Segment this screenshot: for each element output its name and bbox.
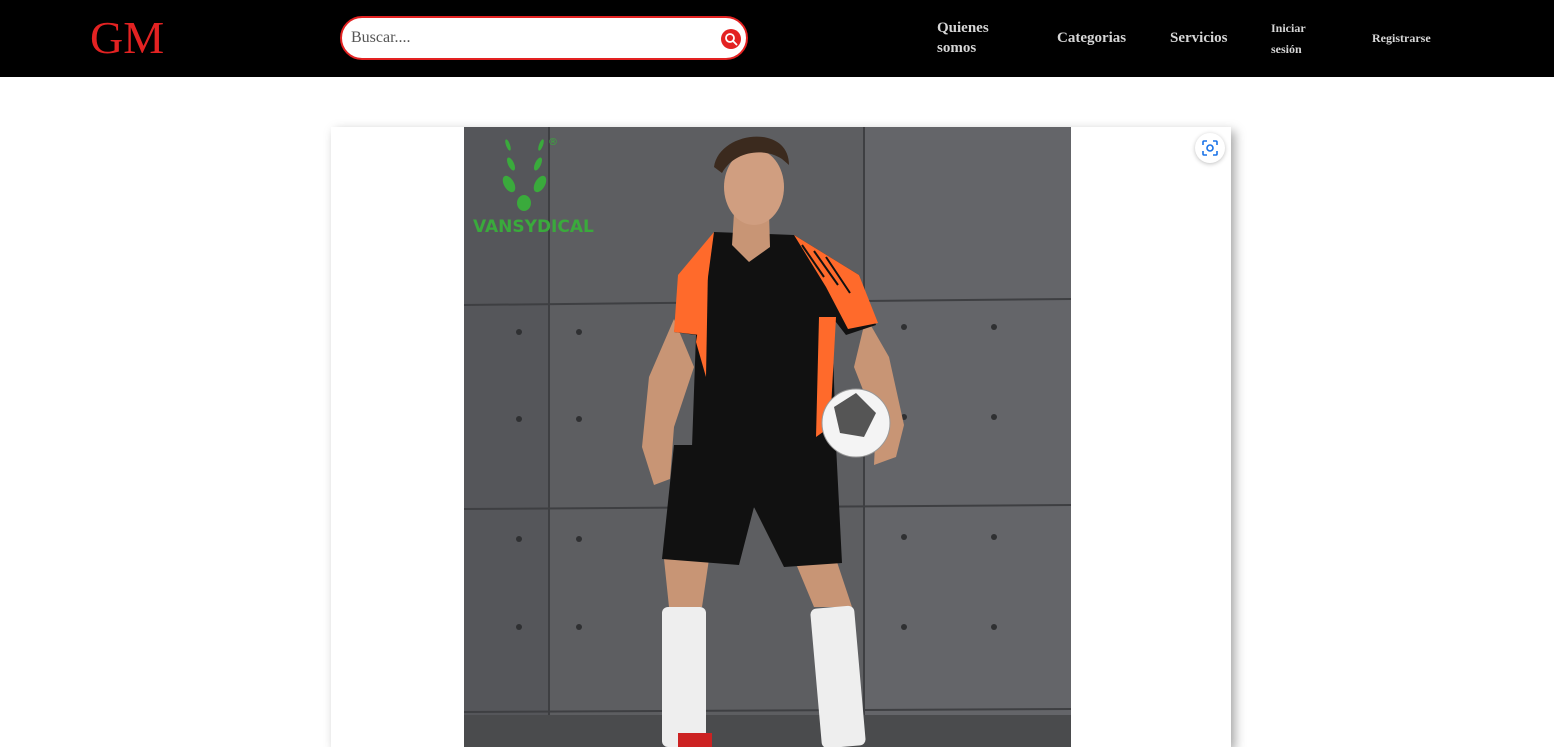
- search-input[interactable]: [351, 26, 711, 50]
- nav-link-register[interactable]: Registrarse: [1372, 30, 1431, 46]
- product-image-card: ® VANSYDICAL: [331, 127, 1231, 747]
- site-logo[interactable]: GM: [90, 12, 164, 64]
- nav-link-services[interactable]: Servicios: [1170, 29, 1228, 47]
- nav-link-about[interactable]: Quienes somos: [937, 18, 1017, 58]
- visual-search-button[interactable]: [1195, 133, 1225, 163]
- visual-search-icon: [1202, 140, 1218, 156]
- product-photo[interactable]: ® VANSYDICAL: [464, 127, 1071, 747]
- svg-text:®: ®: [548, 137, 558, 148]
- top-navbar: GM Quienes somos Categorias Servicios In…: [0, 0, 1554, 77]
- nav-link-login[interactable]: Iniciar sesión: [1271, 18, 1331, 60]
- nav-link-categories[interactable]: Categorias: [1057, 29, 1126, 47]
- search-bar: [340, 16, 748, 60]
- svg-text:VANSYDICAL: VANSYDICAL: [473, 217, 594, 237]
- search-icon: [725, 33, 738, 46]
- search-button[interactable]: [721, 29, 741, 49]
